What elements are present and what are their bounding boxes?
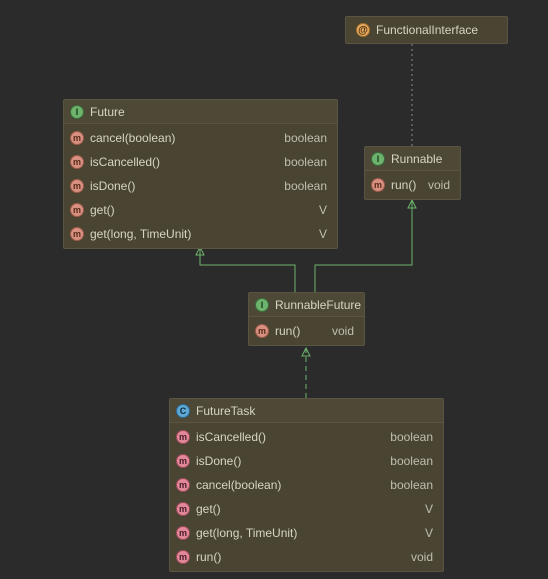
member-row: mrun()void (170, 545, 443, 569)
method-icon: m (70, 227, 84, 241)
class-box-future: I Future mcancel(boolean)boolean misCanc… (63, 99, 338, 249)
member-row: misDone()boolean (170, 449, 443, 473)
class-body-runnablefuture: mrun()void (249, 317, 364, 345)
annotation-functionalinterface: @ FunctionalInterface (345, 16, 508, 44)
interface-icon: I (70, 105, 84, 119)
method-icon: m (176, 502, 190, 516)
class-body-futuretask: misCancelled()boolean misDone()boolean m… (170, 423, 443, 571)
class-header-future: I Future (64, 100, 337, 124)
class-header-runnablefuture: I RunnableFuture (249, 293, 364, 317)
class-title: Runnable (391, 152, 442, 166)
member-row: mget()V (64, 198, 337, 222)
class-title: RunnableFuture (275, 298, 361, 312)
member-row: mget(long, TimeUnit)V (64, 222, 337, 246)
method-icon: m (176, 430, 190, 444)
class-box-runnablefuture: I RunnableFuture mrun()void (248, 292, 365, 346)
member-row: mcancel(boolean)boolean (170, 473, 443, 497)
member-row: mrun()void (249, 319, 364, 343)
interface-icon: I (371, 152, 385, 166)
method-icon: m (176, 454, 190, 468)
member-row: mrun()void (365, 173, 460, 197)
member-row: mcancel(boolean)boolean (64, 126, 337, 150)
interface-icon: I (255, 298, 269, 312)
class-icon: C (176, 404, 190, 418)
member-row: misDone()boolean (64, 174, 337, 198)
class-title: FutureTask (196, 404, 255, 418)
member-row: mget()V (170, 497, 443, 521)
class-header-futuretask: C FutureTask (170, 399, 443, 423)
method-icon: m (176, 526, 190, 540)
member-row: mget(long, TimeUnit)V (170, 521, 443, 545)
method-icon: m (70, 155, 84, 169)
class-title: Future (90, 105, 125, 119)
annotation-label: FunctionalInterface (376, 23, 478, 37)
annotation-icon: @ (356, 23, 370, 37)
class-box-runnable: I Runnable mrun()void (364, 146, 461, 200)
class-body-future: mcancel(boolean)boolean misCancelled()bo… (64, 124, 337, 248)
member-row: misCancelled()boolean (170, 425, 443, 449)
class-body-runnable: mrun()void (365, 171, 460, 199)
method-icon: m (176, 550, 190, 564)
class-box-futuretask: C FutureTask misCancelled()boolean misDo… (169, 398, 444, 572)
method-icon: m (176, 478, 190, 492)
method-icon: m (255, 324, 269, 338)
method-icon: m (70, 131, 84, 145)
method-icon: m (70, 179, 84, 193)
member-row: misCancelled()boolean (64, 150, 337, 174)
method-icon: m (70, 203, 84, 217)
class-header-runnable: I Runnable (365, 147, 460, 171)
method-icon: m (371, 178, 385, 192)
